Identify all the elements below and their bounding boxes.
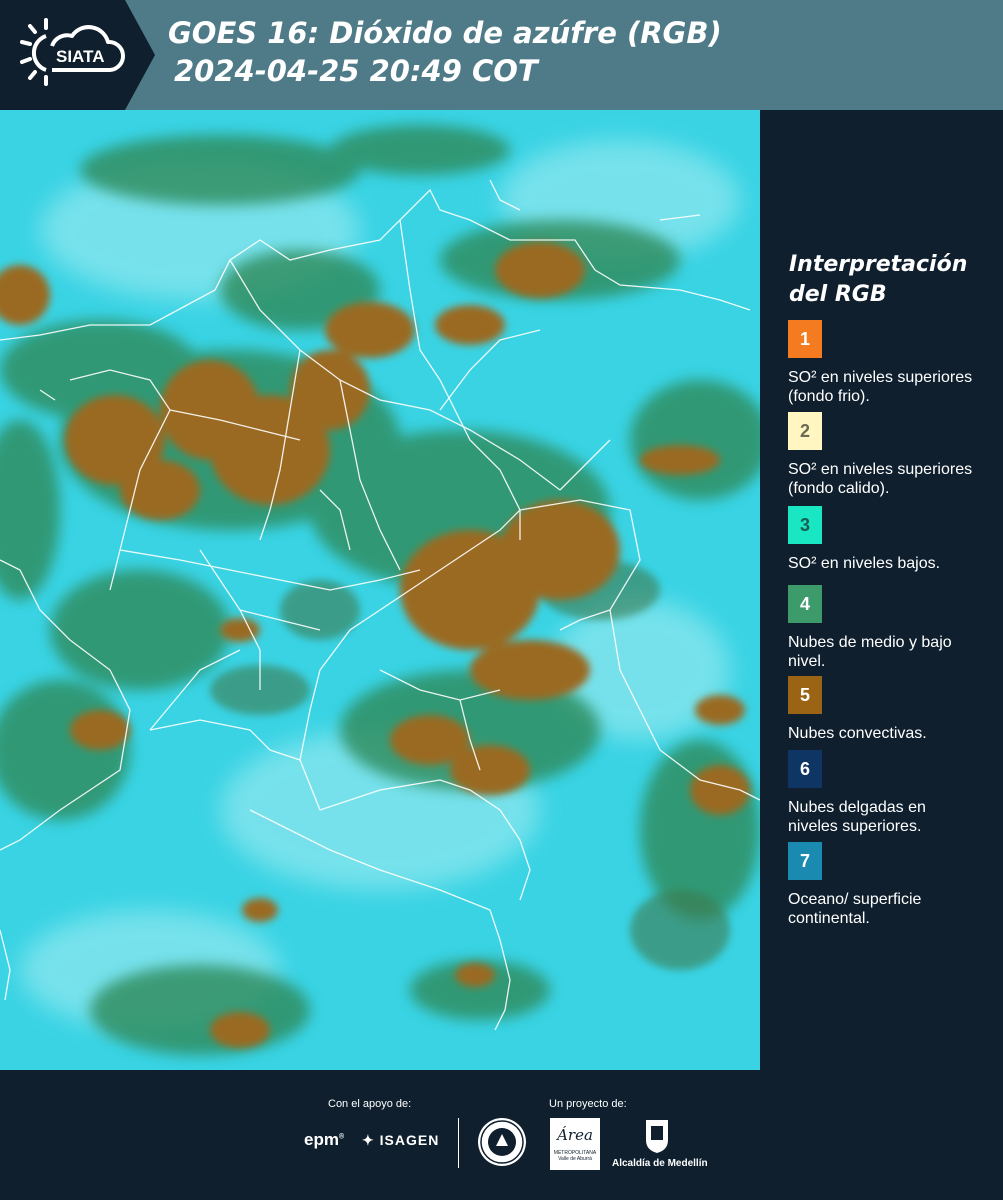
legend-item-label: Oceano/ superficie continental. — [788, 891, 922, 927]
legend-swatch: 7 — [788, 842, 822, 880]
legend-item-label: Nubes convectivas. — [788, 725, 927, 742]
legend-swatch: 4 — [788, 585, 822, 623]
legend-title-line-1: Interpretación — [789, 252, 968, 277]
legend-swatch: 6 — [788, 750, 822, 788]
isagen-logo: ✦ ISAGEN — [362, 1132, 440, 1148]
legend-swatch: 2 — [788, 412, 822, 450]
legend-item-label: SO² en niveles superiores (fondo calido)… — [788, 461, 973, 497]
satellite-image — [0, 110, 760, 1070]
footer: Con el apoyo de: Un proyecto de: epm® ✦ … — [0, 1070, 1003, 1200]
legend-title: Interpretación del RGB — [789, 250, 967, 310]
area-metropolitana-logo: Área METROPOLITANA Valle de Aburrá — [550, 1118, 600, 1170]
siata-logo: SIATA — [0, 0, 155, 110]
page-title: GOES 16: Dióxido de azúfre (RGB) 2024-04… — [168, 14, 722, 90]
alcaldia-shield-icon — [644, 1118, 670, 1154]
legend-item-label: Nubes de medio y bajo nivel. — [788, 634, 952, 670]
project-label: Un proyecto de: — [549, 1098, 627, 1110]
legend-item-3: 3 SO² en niveles bajos. — [788, 506, 978, 573]
header-bar: SIATA GOES 16: Dióxido de azúfre (RGB) 2… — [0, 0, 1003, 110]
legend-item-label: SO² en niveles bajos. — [788, 555, 941, 572]
isagen-icon: ✦ — [362, 1132, 375, 1148]
legend-item-label: SO² en niveles superiores (fondo frio). — [788, 369, 973, 405]
support-label: Con el apoyo de: — [328, 1098, 412, 1110]
legend-item-6: 6 Nubes delgadas en niveles superiores. — [788, 750, 978, 836]
legend-item-7: 7 Oceano/ superficie continental. — [788, 842, 978, 928]
legend-swatch: 5 — [788, 676, 822, 714]
title-line-2: 2024-04-25 20:49 COT — [174, 54, 538, 88]
legend-item-label: Nubes delgadas en niveles superiores. — [788, 799, 926, 835]
legend-item-5: 5 Nubes convectivas. — [788, 676, 978, 743]
legend-item-2: 2 SO² en niveles superiores (fondo calido… — [788, 412, 978, 498]
footer-divider — [458, 1118, 459, 1168]
legend-item-4: 4 Nubes de medio y bajo nivel. — [788, 585, 978, 671]
title-line-1: GOES 16: Dióxido de azúfre (RGB) — [168, 16, 722, 50]
university-seal-icon — [478, 1118, 526, 1166]
legend-swatch: 1 — [788, 320, 822, 358]
satellite-map — [0, 110, 760, 1070]
legend-title-line-2: del RGB — [789, 282, 887, 307]
epm-logo: epm® — [304, 1130, 345, 1149]
svg-text:SIATA: SIATA — [56, 47, 104, 66]
alcaldia-label: Alcaldía de Medellín — [612, 1158, 708, 1169]
legend-panel: Interpretación del RGB 1 SO² en niveles s… — [760, 110, 1003, 1070]
legend-swatch: 3 — [788, 506, 822, 544]
legend-item-1: 1 SO² en niveles superiores (fondo frio). — [788, 320, 978, 406]
